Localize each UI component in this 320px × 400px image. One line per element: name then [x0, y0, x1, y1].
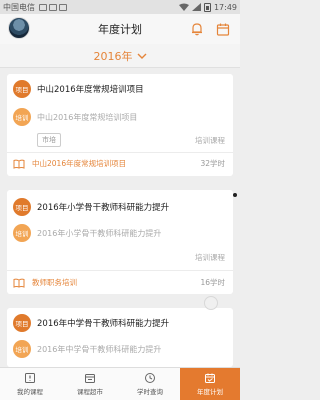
course-type: 培训课程 — [195, 136, 225, 145]
card-title-row: 项目 2016年中学骨干教师科研能力提升 — [13, 314, 169, 332]
image-icon — [59, 3, 67, 11]
training-tag: 培训 — [13, 224, 31, 242]
tab-label: 年度计划 — [197, 388, 223, 396]
level-chip: 市培 — [37, 133, 61, 147]
card-subtitle-row: 培训 2016年小学骨干教师科研能力提升 — [13, 224, 161, 242]
project-tag: 项目 — [13, 314, 31, 332]
divider — [7, 270, 233, 271]
course-name: 教师职务培训 — [32, 278, 77, 287]
tab-hours-query[interactable]: 学时查询 — [120, 368, 180, 400]
plan-card[interactable]: 项目 中山2016年度常规培训项目 培训 中山2016年度常规培训项目 市培 培… — [7, 74, 233, 176]
battery-icon — [203, 2, 211, 12]
training-tag: 培训 — [13, 340, 31, 358]
annual-plan-icon — [205, 373, 215, 383]
card-subtitle-row: 培训 2016年中学骨干教师科研能力提升 — [13, 340, 161, 358]
year-label: 2016年 — [93, 49, 133, 63]
project-tag: 项目 — [13, 80, 31, 98]
course-row[interactable]: 教师职务培训 16学时 — [13, 277, 225, 288]
tab-label: 课程超市 — [77, 388, 103, 396]
signal-icon — [191, 3, 201, 11]
book-icon — [13, 278, 25, 288]
training-title: 中山2016年度常规培训项目 — [37, 112, 138, 122]
calendar-icon[interactable] — [216, 22, 230, 36]
course-hours: 32学时 — [200, 159, 225, 168]
status-bar: 中国电信 17:49 — [0, 0, 240, 14]
tab-label: 学时查询 — [137, 388, 163, 396]
tab-my-courses[interactable]: 我的课程 — [0, 368, 60, 400]
course-name: 中山2016年度常规培训项目 — [32, 159, 127, 168]
floating-assist-button[interactable] — [204, 296, 218, 310]
clock: 17:49 — [213, 2, 237, 12]
course-hours: 16学时 — [200, 278, 225, 287]
project-title: 2016年小学骨干教师科研能力提升 — [37, 203, 170, 213]
bottom-tab-bar: 我的课程 课程超市 学时查询 年度计划 — [0, 367, 240, 400]
divider — [7, 152, 233, 153]
page-title: 年度计划 — [98, 23, 142, 36]
notification-icon — [39, 3, 47, 11]
bell-icon[interactable] — [190, 22, 204, 36]
course-market-icon — [85, 374, 95, 383]
tab-label: 我的课程 — [17, 388, 43, 396]
tab-annual-plan[interactable]: 年度计划 — [180, 368, 240, 400]
carrier-name: 中国电信 — [3, 2, 35, 12]
project-title: 中山2016年度常规培训项目 — [37, 85, 144, 95]
message-icon — [49, 3, 57, 11]
course-row[interactable]: 中山2016年度常规培训项目 32学时 — [13, 158, 225, 169]
card-title-row: 项目 中山2016年度常规培训项目 — [13, 80, 144, 98]
tab-course-market[interactable]: 课程超市 — [60, 368, 120, 400]
year-selector[interactable]: 2016年 — [0, 44, 240, 68]
app-header: 年度计划 — [0, 14, 240, 44]
card-subtitle-row: 培训 中山2016年度常规培训项目 — [13, 108, 137, 126]
my-courses-icon — [25, 373, 35, 383]
project-tag: 项目 — [13, 198, 31, 216]
plan-card[interactable]: 项目 2016年小学骨干教师科研能力提升 培训 2016年小学骨干教师科研能力提… — [7, 190, 233, 294]
plan-card[interactable]: 项目 2016年中学骨干教师科研能力提升 培训 2016年中学骨干教师科研能力提… — [7, 308, 233, 367]
hours-query-icon — [145, 373, 155, 383]
training-tag: 培训 — [13, 108, 31, 126]
avatar[interactable] — [8, 17, 30, 39]
scroll-indicator — [233, 193, 237, 197]
project-title: 2016年中学骨干教师科研能力提升 — [37, 319, 170, 329]
training-title: 2016年中学骨干教师科研能力提升 — [37, 344, 162, 354]
chevron-down-icon — [137, 53, 146, 59]
course-type: 培训课程 — [195, 253, 225, 262]
book-icon — [13, 159, 25, 169]
training-title: 2016年小学骨干教师科研能力提升 — [37, 228, 162, 238]
card-title-row: 项目 2016年小学骨干教师科研能力提升 — [13, 198, 169, 216]
wifi-icon — [178, 3, 189, 11]
notification-icons — [39, 3, 67, 11]
